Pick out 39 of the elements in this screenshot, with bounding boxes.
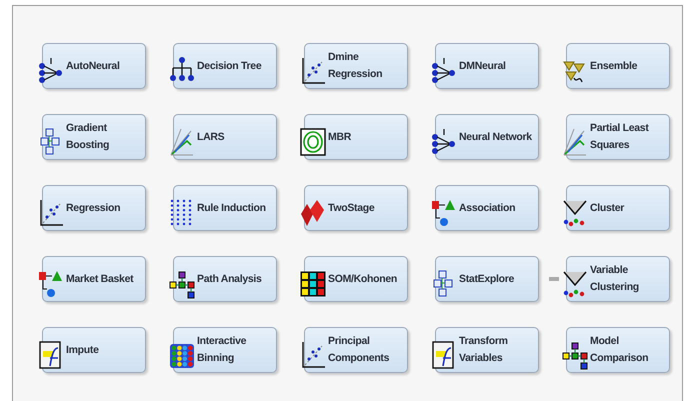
- scatter-plot-icon: [38, 198, 64, 228]
- diamond-icon: [300, 198, 326, 228]
- scatter-plot-icon: [300, 56, 326, 86]
- shapes-icon: [38, 269, 64, 299]
- network-icon: [38, 56, 64, 86]
- rings-icon: [300, 127, 326, 157]
- node-button[interactable]: Cluster: [566, 185, 670, 231]
- node-button[interactable]: Association: [435, 185, 539, 231]
- node-button[interactable]: Impute: [42, 327, 146, 373]
- network-icon: [431, 127, 457, 157]
- node-button[interactable]: Transform Variables: [435, 327, 539, 373]
- node-button[interactable]: StatExplore: [435, 256, 539, 302]
- color-grid-icon: [300, 269, 326, 299]
- node-button[interactable]: Variable Clustering: [566, 256, 670, 302]
- node-button[interactable]: Regression: [42, 185, 146, 231]
- scatter-plot-icon: [300, 340, 326, 370]
- node-button[interactable]: Rule Induction: [173, 185, 277, 231]
- funnel-icon: [562, 198, 588, 228]
- flow-icon: [562, 340, 588, 370]
- node-button[interactable]: Market Basket: [42, 256, 146, 302]
- node-button[interactable]: DMNeural: [435, 43, 539, 89]
- node-button[interactable]: LARS: [173, 114, 277, 160]
- node-button[interactable]: Neural Network: [435, 114, 539, 160]
- node-button[interactable]: Principal Components: [304, 327, 408, 373]
- line-chart-icon: [562, 127, 588, 157]
- shapes-icon: [431, 198, 457, 228]
- line-chart-icon: [169, 127, 195, 157]
- node-button[interactable]: Ensemble: [566, 43, 670, 89]
- node-button[interactable]: Decision Tree: [173, 43, 277, 89]
- node-button[interactable]: Partial Least Squares: [566, 114, 670, 160]
- node-button[interactable]: Interactive Binning: [173, 327, 277, 373]
- funnel-icon: [562, 269, 588, 299]
- node-button[interactable]: AutoNeural: [42, 43, 146, 89]
- network-icon: [431, 56, 457, 86]
- flow-icon: [169, 269, 195, 299]
- node-button[interactable]: Gradient Boosting: [42, 114, 146, 160]
- node-button[interactable]: Dmine Regression: [304, 43, 408, 89]
- node-button[interactable]: TwoStage: [304, 185, 408, 231]
- connector-mark: [549, 277, 559, 281]
